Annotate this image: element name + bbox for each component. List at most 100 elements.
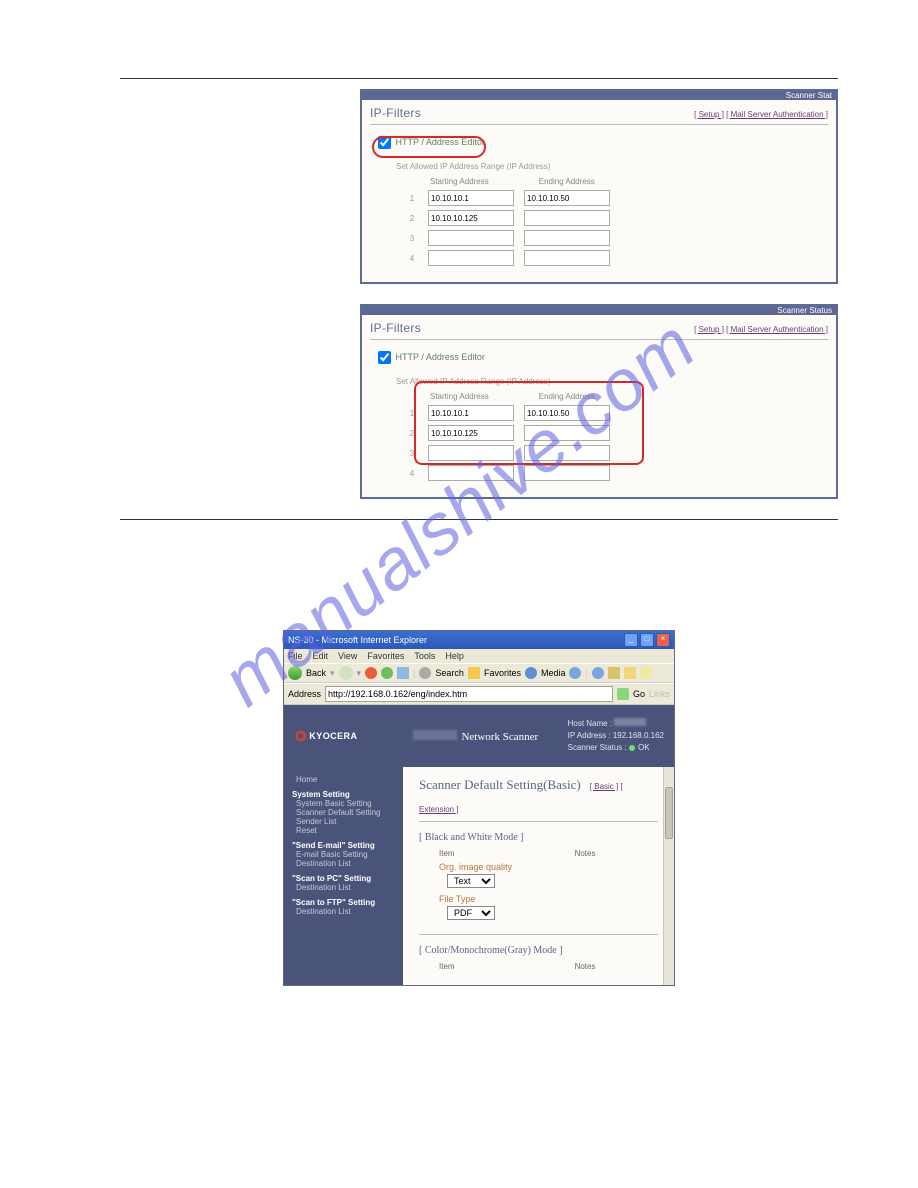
http-editor-checkbox[interactable]: [378, 136, 391, 149]
setup-links[interactable]: [ Setup ] [ Mail Server Authentication ]: [694, 325, 828, 334]
browser-titlebar: NS-30 - Microsoft Internet Explorer _ □ …: [284, 631, 674, 649]
ip-filters-title: IP-Filters: [370, 321, 421, 335]
allowed-range-subtitle: Set Allowed IP Address Range (IP Address…: [396, 377, 828, 386]
scrollbar[interactable]: [663, 767, 674, 985]
screenshot-ipfilter-2: Scanner Status IP-Filters [ Setup ] [ Ma…: [360, 304, 838, 499]
menu-tools[interactable]: Tools: [414, 651, 435, 661]
http-editor-label: HTTP / Address Editor: [396, 137, 485, 147]
bw-mode-title: [ Black and White Mode ]: [419, 832, 658, 843]
start-input-3[interactable]: [428, 230, 514, 246]
search-icon[interactable]: [419, 667, 431, 679]
sidebar-pc-setting: "Scan to PC" Setting: [292, 874, 397, 883]
col-starting: Starting Address: [430, 177, 489, 186]
start-input-1[interactable]: [428, 190, 514, 206]
forward-icon[interactable]: [339, 666, 353, 680]
row-idx: 2: [406, 429, 418, 438]
sidebar-item[interactable]: Reset: [292, 826, 397, 835]
orig-image-quality-select[interactable]: Text: [447, 874, 495, 888]
close-icon[interactable]: ×: [656, 633, 670, 647]
color-mode-title: [ Color/Monochrome(Gray) Mode ]: [419, 945, 658, 956]
sidebar-item[interactable]: Destination List: [292, 883, 397, 892]
allowed-range-subtitle: Set Allowed IP Address Range (IP Address…: [396, 162, 828, 171]
main-content: Scanner Default Setting(Basic) [ Basic ]…: [403, 767, 674, 985]
favorites-label: Favorites: [484, 668, 521, 678]
row-idx: 4: [406, 469, 418, 478]
menu-favorites[interactable]: Favorites: [367, 651, 404, 661]
sidebar-system-setting: System Setting: [292, 790, 397, 799]
scroll-thumb[interactable]: [665, 787, 673, 839]
row-idx: 3: [406, 234, 418, 243]
refresh-icon[interactable]: [381, 667, 393, 679]
sidebar-item[interactable]: Destination List: [292, 907, 397, 916]
back-label: Back: [306, 668, 326, 678]
end-input-3[interactable]: [524, 445, 610, 461]
history-icon[interactable]: [569, 667, 581, 679]
col-notes: Notes: [575, 849, 596, 858]
print-icon[interactable]: [608, 667, 620, 679]
browser-menubar[interactable]: File Edit View Favorites Tools Help: [284, 649, 674, 663]
start-input-1[interactable]: [428, 405, 514, 421]
link-basic[interactable]: [ Basic ]: [590, 782, 618, 791]
sidebar-item[interactable]: System Basic Setting: [292, 799, 397, 808]
file-type-select[interactable]: PDF: [447, 906, 495, 920]
orig-image-quality-label: Org. image quality: [419, 862, 658, 872]
menu-view[interactable]: View: [338, 651, 357, 661]
window-title: NS-30 - Microsoft Internet Explorer: [288, 635, 427, 645]
end-input-1[interactable]: [524, 190, 610, 206]
favorites-icon[interactable]: [468, 667, 480, 679]
end-input-4[interactable]: [524, 465, 610, 481]
search-label: Search: [435, 668, 464, 678]
end-input-4[interactable]: [524, 250, 610, 266]
sidebar-item[interactable]: Scanner Default Setting: [292, 808, 397, 817]
svg-text:KYOCERA: KYOCERA: [309, 731, 357, 741]
browser-toolbar: Back ▾ ▾ | Search Favorites Media |: [284, 663, 674, 683]
col-starting: Starting Address: [430, 392, 489, 401]
menu-file[interactable]: File: [288, 651, 303, 661]
go-icon[interactable]: [617, 688, 629, 700]
maximize-icon[interactable]: □: [640, 633, 654, 647]
sidebar-item[interactable]: Sender List: [292, 817, 397, 826]
row-idx: 1: [406, 409, 418, 418]
address-input[interactable]: [325, 686, 613, 702]
sidebar-email-setting: "Send E-mail" Setting: [292, 841, 397, 850]
menu-help[interactable]: Help: [445, 651, 464, 661]
screenshot-ipfilter-1: Scanner Stat IP-Filters [ Setup ] [ Mail…: [360, 89, 838, 284]
sidebar-item-home[interactable]: Home: [292, 775, 397, 784]
row-idx: 2: [406, 214, 418, 223]
setup-links[interactable]: [ Setup ] [ Mail Server Authentication ]: [694, 110, 828, 119]
header-title: Network Scanner: [413, 730, 538, 743]
row-idx: 1: [406, 194, 418, 203]
end-input-2[interactable]: [524, 210, 610, 226]
header-info: Host Name : IP Address : 192.168.0.162 S…: [568, 718, 664, 754]
start-input-3[interactable]: [428, 445, 514, 461]
start-input-2[interactable]: [428, 425, 514, 441]
start-input-4[interactable]: [428, 465, 514, 481]
row-idx: 3: [406, 449, 418, 458]
end-input-1[interactable]: [524, 405, 610, 421]
ip-filters-title: IP-Filters: [370, 106, 421, 120]
back-icon[interactable]: [288, 666, 302, 680]
media-label: Media: [541, 668, 566, 678]
minimize-icon[interactable]: _: [624, 633, 638, 647]
end-input-2[interactable]: [524, 425, 610, 441]
sidebar-item[interactable]: E-mail Basic Setting: [292, 850, 397, 859]
sidebar-item[interactable]: Destination List: [292, 859, 397, 868]
home-icon[interactable]: [397, 667, 409, 679]
discuss-icon[interactable]: [640, 667, 652, 679]
media-icon[interactable]: [525, 667, 537, 679]
page-title: Scanner Default Setting(Basic): [419, 777, 581, 793]
browser-addressbar: Address Go Links: [284, 683, 674, 705]
start-input-4[interactable]: [428, 250, 514, 266]
go-label: Go: [633, 689, 645, 699]
mail-icon[interactable]: [592, 667, 604, 679]
browser-window: NS-30 - Microsoft Internet Explorer _ □ …: [283, 630, 675, 986]
stop-icon[interactable]: [365, 667, 377, 679]
http-editor-checkbox[interactable]: [378, 351, 391, 364]
menu-edit[interactable]: Edit: [313, 651, 329, 661]
start-input-2[interactable]: [428, 210, 514, 226]
row-idx: 4: [406, 254, 418, 263]
edit-icon[interactable]: [624, 667, 636, 679]
col-notes: Notes: [575, 962, 596, 971]
end-input-3[interactable]: [524, 230, 610, 246]
kyocera-logo: KYOCERA: [294, 728, 384, 744]
